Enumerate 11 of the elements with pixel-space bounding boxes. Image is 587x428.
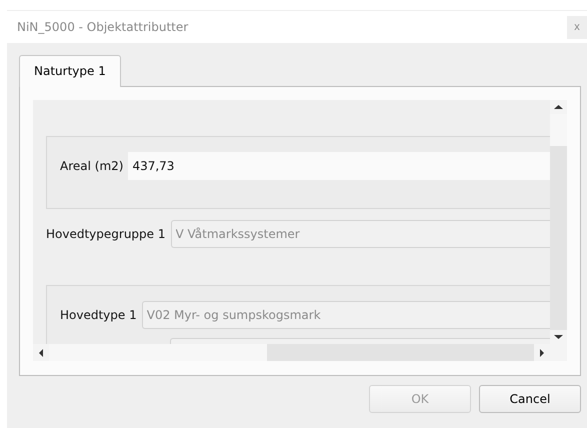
close-button[interactable]: x [567,16,587,38]
input-field[interactable]: 437,73 [128,152,550,180]
tab[interactable]: Naturtype 1 [19,55,121,87]
vertical-scrollbar[interactable] [550,100,567,344]
field-label: Hovedtypegruppe 1 [46,227,166,241]
field-label: Hovedtype 1 [60,308,137,322]
scrollbar-thumb[interactable] [550,114,567,146]
scrollbar-thumb[interactable] [49,344,268,361]
window-title: NiN_5000 - Objektattributter [17,20,188,34]
dialog-button[interactable]: Cancel [479,385,581,413]
field-label: Areal (m2) [60,159,124,173]
